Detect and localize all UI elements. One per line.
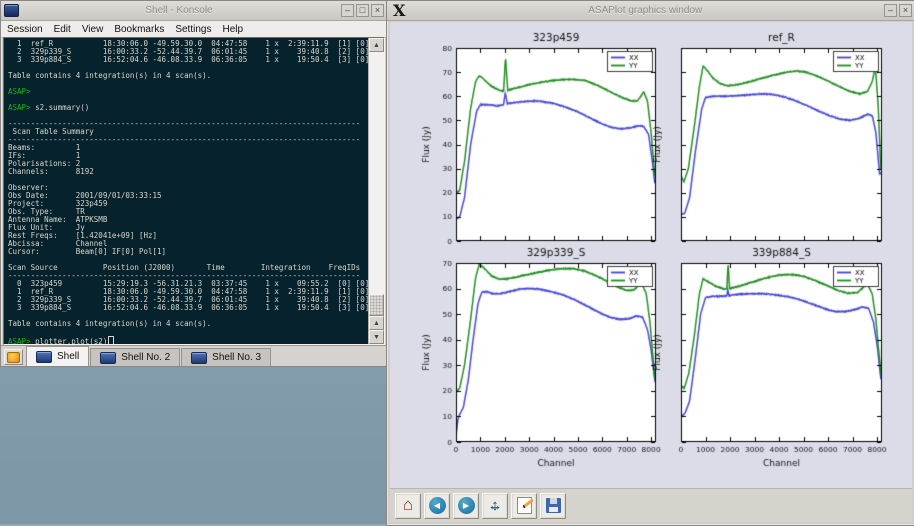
terminal-viewport[interactable]: 1 ref_R 18:30:06.0 -49.59.30.0 04:47:58 …: [3, 37, 385, 345]
x11-icon: X: [393, 3, 405, 19]
scroll-up-icon[interactable]: ▲: [369, 38, 384, 52]
subplot-bottom-right[interactable]: [641, 241, 891, 478]
tab-label: Shell No. 3: [212, 352, 261, 363]
close-button[interactable]: ×: [371, 4, 384, 17]
new-session-icon: [7, 352, 20, 363]
tab-shell-2[interactable]: Shell No. 2: [90, 348, 180, 366]
tab-shell[interactable]: Shell: [26, 346, 89, 366]
close-button[interactable]: ×: [899, 4, 912, 17]
configure-icon: [517, 497, 532, 514]
tab-shell-3[interactable]: Shell No. 3: [181, 348, 271, 366]
menu-bookmarks[interactable]: Bookmarks: [114, 24, 164, 35]
konsole-window-title: Shell - Konsole: [19, 5, 339, 16]
subplot-top-right[interactable]: [641, 22, 891, 255]
terminal-icon: [191, 352, 207, 364]
menu-help[interactable]: Help: [222, 24, 243, 35]
konsole-tabbar: Shell Shell No. 2 Shell No. 3: [1, 345, 387, 366]
pan-icon: ↕: [483, 494, 507, 518]
konsole-menubar: Session Edit View Bookmarks Settings Hel…: [1, 21, 387, 38]
minimize-button[interactable]: –: [884, 4, 897, 17]
menu-settings[interactable]: Settings: [175, 24, 211, 35]
save-button[interactable]: [540, 493, 566, 519]
konsole-titlebar[interactable]: Shell - Konsole – □ ×: [1, 1, 387, 21]
subplot-top-left[interactable]: [416, 22, 666, 255]
tab-label: Shell No. 2: [121, 352, 170, 363]
asaplot-window: X ASAPlot graphics window – × ⌂ ◀ ▶ ↔ ↕: [386, 0, 914, 526]
terminal-icon: [36, 351, 52, 363]
new-session-button[interactable]: [4, 349, 23, 365]
back-icon: ◀: [429, 497, 446, 514]
menu-edit[interactable]: Edit: [54, 24, 71, 35]
terminal-output: 1 ref_R 18:30:06.0 -49.59.30.0 04:47:58 …: [4, 38, 368, 344]
save-icon: [546, 498, 561, 513]
konsole-window: Shell - Konsole – □ × Session Edit View …: [0, 0, 388, 367]
plot-toolbar: ⌂ ◀ ▶ ↔ ↕: [390, 488, 912, 522]
forward-icon: ▶: [458, 497, 475, 514]
scrollbar-thumb[interactable]: [369, 294, 384, 316]
menu-view[interactable]: View: [82, 24, 104, 35]
scroll-down-icon[interactable]: ▼: [369, 330, 384, 344]
home-icon: ⌂: [403, 496, 413, 513]
pan-button[interactable]: ↔ ↕: [482, 493, 508, 519]
asaplot-window-title: ASAPlot graphics window: [408, 5, 882, 16]
forward-button[interactable]: ▶: [453, 493, 479, 519]
configure-button[interactable]: [511, 493, 537, 519]
terminal-icon: [100, 352, 116, 364]
minimize-button[interactable]: –: [341, 4, 354, 17]
figure-canvas-area[interactable]: [390, 22, 912, 488]
terminal-scrollbar[interactable]: ▲ ▲ ▼: [368, 38, 384, 344]
subplot-bottom-left[interactable]: [416, 241, 666, 478]
home-button[interactable]: ⌂: [395, 493, 421, 519]
back-button[interactable]: ◀: [424, 493, 450, 519]
konsole-app-icon: [4, 4, 19, 17]
menu-session[interactable]: Session: [7, 24, 43, 35]
asaplot-titlebar[interactable]: X ASAPlot graphics window – ×: [387, 1, 914, 21]
scrollbar-track[interactable]: [369, 52, 384, 316]
scroll-up2-icon[interactable]: ▲: [369, 316, 384, 330]
maximize-button[interactable]: □: [356, 4, 369, 17]
tab-label: Shell: [57, 351, 79, 362]
